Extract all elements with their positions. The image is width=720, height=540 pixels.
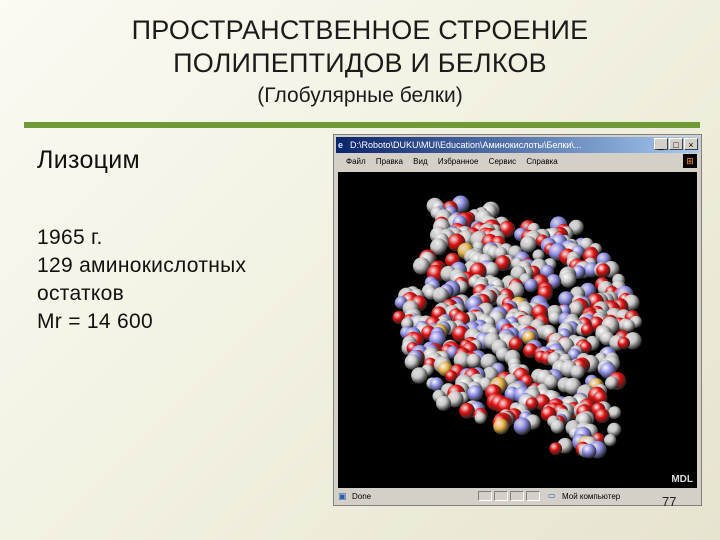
oxygen-atom bbox=[596, 263, 611, 278]
status-zone: Мой компьютер bbox=[562, 492, 621, 501]
sulfur-atom bbox=[493, 418, 510, 435]
status-cell bbox=[510, 491, 524, 501]
computer-zone-icon: ▭ bbox=[548, 491, 556, 500]
carbon-atom bbox=[466, 353, 482, 369]
slide-title: ПРОСТРАНСТВЕННОЕ СТРОЕНИЕ ПОЛИПЕПТИДОВ И… bbox=[60, 14, 660, 80]
menu-help[interactable]: Справка bbox=[526, 154, 557, 170]
title-divider bbox=[24, 122, 700, 128]
slide-subtitle: (Глобулярные белки) bbox=[257, 84, 463, 107]
title-line-1: ПРОСТРАНСТВЕННОЕ СТРОЕНИЕ bbox=[131, 15, 589, 45]
menu-view[interactable]: Вид bbox=[413, 154, 427, 170]
window-controls: _ □ × bbox=[654, 138, 698, 150]
protein-facts: 1965 г. 129 аминокислотных остатков Mr =… bbox=[37, 224, 246, 336]
fact-residues-line2: остатков bbox=[37, 282, 125, 305]
ie-icon: e bbox=[338, 140, 344, 150]
oxygen-atom bbox=[549, 442, 563, 456]
window-title-path: D:\Roboto\DUKU\MUI\Education\Аминокислот… bbox=[350, 140, 582, 150]
maximize-button[interactable]: □ bbox=[669, 138, 683, 150]
oxygen-atom bbox=[580, 323, 594, 337]
fact-year: 1965 г. bbox=[37, 226, 103, 249]
nitrogen-atom bbox=[581, 443, 597, 459]
menu-tools[interactable]: Сервис bbox=[489, 154, 516, 170]
carbon-atom bbox=[622, 319, 635, 333]
carbon-atom bbox=[550, 419, 565, 434]
status-cell bbox=[526, 491, 540, 501]
carbon-atom bbox=[604, 434, 617, 447]
menu-file[interactable]: Файл bbox=[346, 154, 366, 170]
carbon-atom bbox=[411, 367, 428, 384]
carbon-atom bbox=[560, 271, 577, 288]
carbon-atom bbox=[520, 236, 537, 253]
molecule-viewer[interactable]: MDL bbox=[338, 172, 697, 488]
menu-favorites[interactable]: Избранное bbox=[438, 154, 479, 170]
status-cell bbox=[478, 491, 492, 501]
page-done-icon: ▣ bbox=[338, 491, 347, 501]
title-line-2: ПОЛИПЕПТИДОВ И БЕЛКОВ bbox=[173, 48, 547, 78]
viewer-watermark: MDL bbox=[671, 474, 693, 485]
windows-logo-icon: ⊞ bbox=[683, 154, 697, 168]
status-text: Done bbox=[352, 492, 372, 501]
status-cell bbox=[494, 491, 508, 501]
fact-residues-line1: 129 аминокислотных bbox=[37, 254, 247, 277]
lysozyme-space-filling-model[interactable] bbox=[338, 172, 697, 488]
menu-edit[interactable]: Правка bbox=[376, 154, 403, 170]
carbon-atom bbox=[605, 376, 619, 390]
browser-menubar: Файл Правка Вид Избранное Сервис Справка bbox=[336, 154, 699, 170]
minimize-button[interactable]: _ bbox=[654, 138, 668, 150]
carbon-atom bbox=[570, 365, 585, 380]
oxygen-atom bbox=[445, 370, 458, 383]
page-number: 77 bbox=[662, 494, 677, 509]
browser-statusbar: ▣ Done ▭ Мой компьютер bbox=[336, 490, 699, 503]
browser-window[interactable]: e D:\Roboto\DUKU\MUI\Education\Аминокисл… bbox=[333, 134, 702, 506]
oxygen-atom bbox=[594, 408, 610, 424]
carbon-atom bbox=[474, 412, 487, 425]
close-button[interactable]: × bbox=[684, 138, 698, 150]
fact-molecular-mass: Mr = 14 600 bbox=[37, 310, 153, 333]
carbon-atom bbox=[436, 395, 451, 411]
nitrogen-atom bbox=[513, 417, 531, 435]
oxygen-atom bbox=[459, 402, 475, 419]
protein-name: Лизоцим bbox=[37, 146, 141, 174]
nitrogen-atom bbox=[524, 278, 538, 293]
browser-titlebar[interactable]: e D:\Roboto\DUKU\MUI\Education\Аминокисл… bbox=[336, 137, 699, 153]
nitrogen-atom bbox=[467, 385, 484, 402]
oxygen-atom bbox=[508, 337, 524, 352]
carbon-atom bbox=[608, 406, 622, 420]
oxygen-atom bbox=[617, 336, 630, 350]
